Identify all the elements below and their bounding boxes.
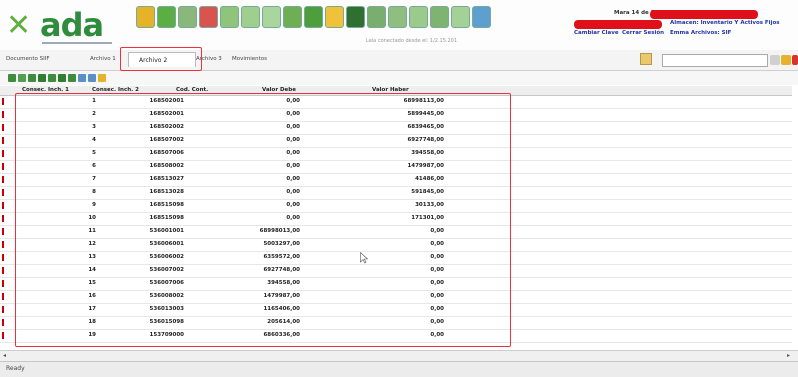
next-record-icon[interactable] (58, 74, 66, 82)
table-icon[interactable] (241, 6, 260, 28)
row-marker (2, 215, 4, 222)
scroll-left-icon[interactable]: ◂ (3, 352, 6, 359)
tab-documento-siif[interactable]: Documento SIIF (6, 56, 50, 62)
row-marker (2, 254, 4, 261)
horizontal-scrollbar[interactable]: ◂ ▸ (0, 350, 798, 361)
status-text: Ready (6, 365, 25, 372)
row-marker (2, 176, 4, 183)
grid-icon[interactable] (388, 6, 407, 28)
export-icon[interactable] (98, 74, 106, 82)
restore-icon[interactable] (781, 55, 791, 65)
report-icon[interactable] (325, 6, 344, 28)
chart-icon[interactable] (199, 6, 218, 28)
row-marker (2, 228, 4, 235)
grid-toolbar (0, 71, 798, 85)
folder-icon[interactable] (136, 6, 155, 28)
first-record-icon[interactable] (38, 74, 46, 82)
annotation-highlight-grid (15, 93, 511, 347)
version-info: Leia conectado desde el: 1/2.15.201 (366, 38, 458, 44)
row-marker (2, 280, 4, 287)
close-icon[interactable] (792, 55, 798, 65)
minimize-icon[interactable] (770, 55, 780, 65)
settings-icon[interactable] (409, 6, 428, 28)
mouse-cursor-icon (360, 252, 368, 264)
session-info: Almacen: Inventario Y Activos Fijos (670, 20, 780, 26)
print-icon[interactable] (367, 6, 386, 28)
spreadsheet-icon[interactable] (178, 6, 197, 28)
tab-movimientos[interactable]: Movimientos (232, 56, 267, 62)
row-marker (2, 241, 4, 248)
redaction-bar (574, 20, 662, 29)
row-marker (2, 267, 4, 274)
folder-icon[interactable] (640, 53, 652, 65)
redaction-bar (650, 10, 758, 19)
add-row-icon[interactable] (8, 74, 16, 82)
delete-row-icon[interactable] (28, 74, 36, 82)
filter-icon[interactable] (88, 74, 96, 82)
row-marker (2, 150, 4, 157)
scroll-right-icon[interactable]: ▸ (787, 352, 790, 359)
users-icon[interactable] (430, 6, 449, 28)
row-marker (2, 306, 4, 313)
row-marker (2, 111, 4, 118)
row-marker (2, 202, 4, 209)
row-marker (2, 189, 4, 196)
tools-icon[interactable] (346, 6, 365, 28)
edit-row-icon[interactable] (18, 74, 26, 82)
annotation-highlight-tab (120, 47, 202, 71)
row-marker (2, 163, 4, 170)
row-marker (2, 124, 4, 131)
row-marker (2, 319, 4, 326)
user-session-panel: Mara 14 de 2013 Cambiar Clave Almacen: I… (574, 8, 798, 42)
calculator-icon[interactable] (262, 6, 281, 28)
row-marker (2, 332, 4, 339)
tab-archivo-1[interactable]: Archivo 1 (90, 56, 116, 62)
last-record-icon[interactable] (68, 74, 76, 82)
status-bar: Ready (0, 361, 798, 377)
logo-x-icon: ✕ (6, 8, 31, 43)
search-input[interactable] (662, 54, 768, 67)
help-icon[interactable] (451, 6, 470, 28)
app-header: ✕ ada Leia conectado desde el: 1/2.15.20… (0, 0, 798, 50)
logout-link[interactable]: Cerrar Sesión (622, 30, 664, 36)
image-icon[interactable] (283, 6, 302, 28)
change-password-link[interactable]: Cambiar Clave (574, 30, 619, 36)
logo-text: ada (40, 6, 104, 44)
previous-record-icon[interactable] (48, 74, 56, 82)
main-toolbar (136, 6, 491, 34)
ada-logo: ✕ ada (6, 6, 118, 46)
logo-underline (42, 42, 112, 44)
company-info: Emma Archivos: SIF (670, 30, 732, 36)
info-icon[interactable] (472, 6, 491, 28)
document-icon[interactable] (157, 6, 176, 28)
search-icon[interactable] (78, 74, 86, 82)
package-icon[interactable] (304, 6, 323, 28)
window-icon[interactable] (220, 6, 239, 28)
row-marker (2, 98, 4, 105)
row-marker (2, 293, 4, 300)
row-marker (2, 137, 4, 144)
